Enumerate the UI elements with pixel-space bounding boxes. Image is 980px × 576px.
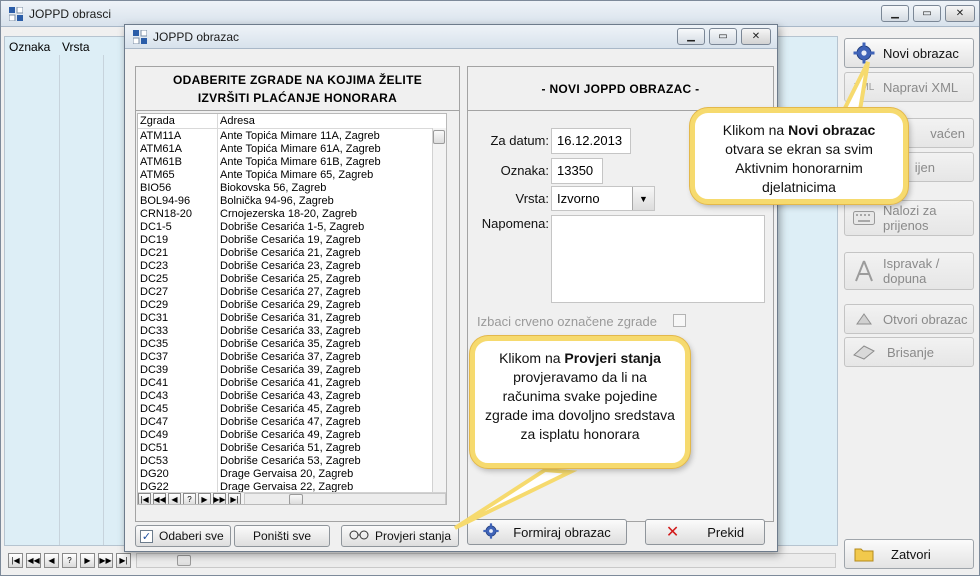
- callout-check-state-bold: Provjeri stanja: [564, 350, 661, 366]
- callout-check-state-text: provjeravamo da li na računima svake poj…: [485, 369, 675, 442]
- callout-check-state: Klikom na Provjeri stanja provjeravamo d…: [470, 336, 690, 468]
- callout-new-form-prefix: Klikom na: [722, 122, 789, 138]
- callout-pointer-check-state: [453, 467, 578, 530]
- callout-new-form-bold: Novi obrazac: [788, 122, 876, 138]
- callout-new-form-text: otvara se ekran sa svim Aktivnim honorar…: [725, 141, 873, 195]
- callout-check-state-prefix: Klikom na: [499, 350, 565, 366]
- callout-new-form: Klikom na Novi obrazac otvara se ekran s…: [690, 108, 908, 204]
- callout-pointers: [453, 61, 870, 530]
